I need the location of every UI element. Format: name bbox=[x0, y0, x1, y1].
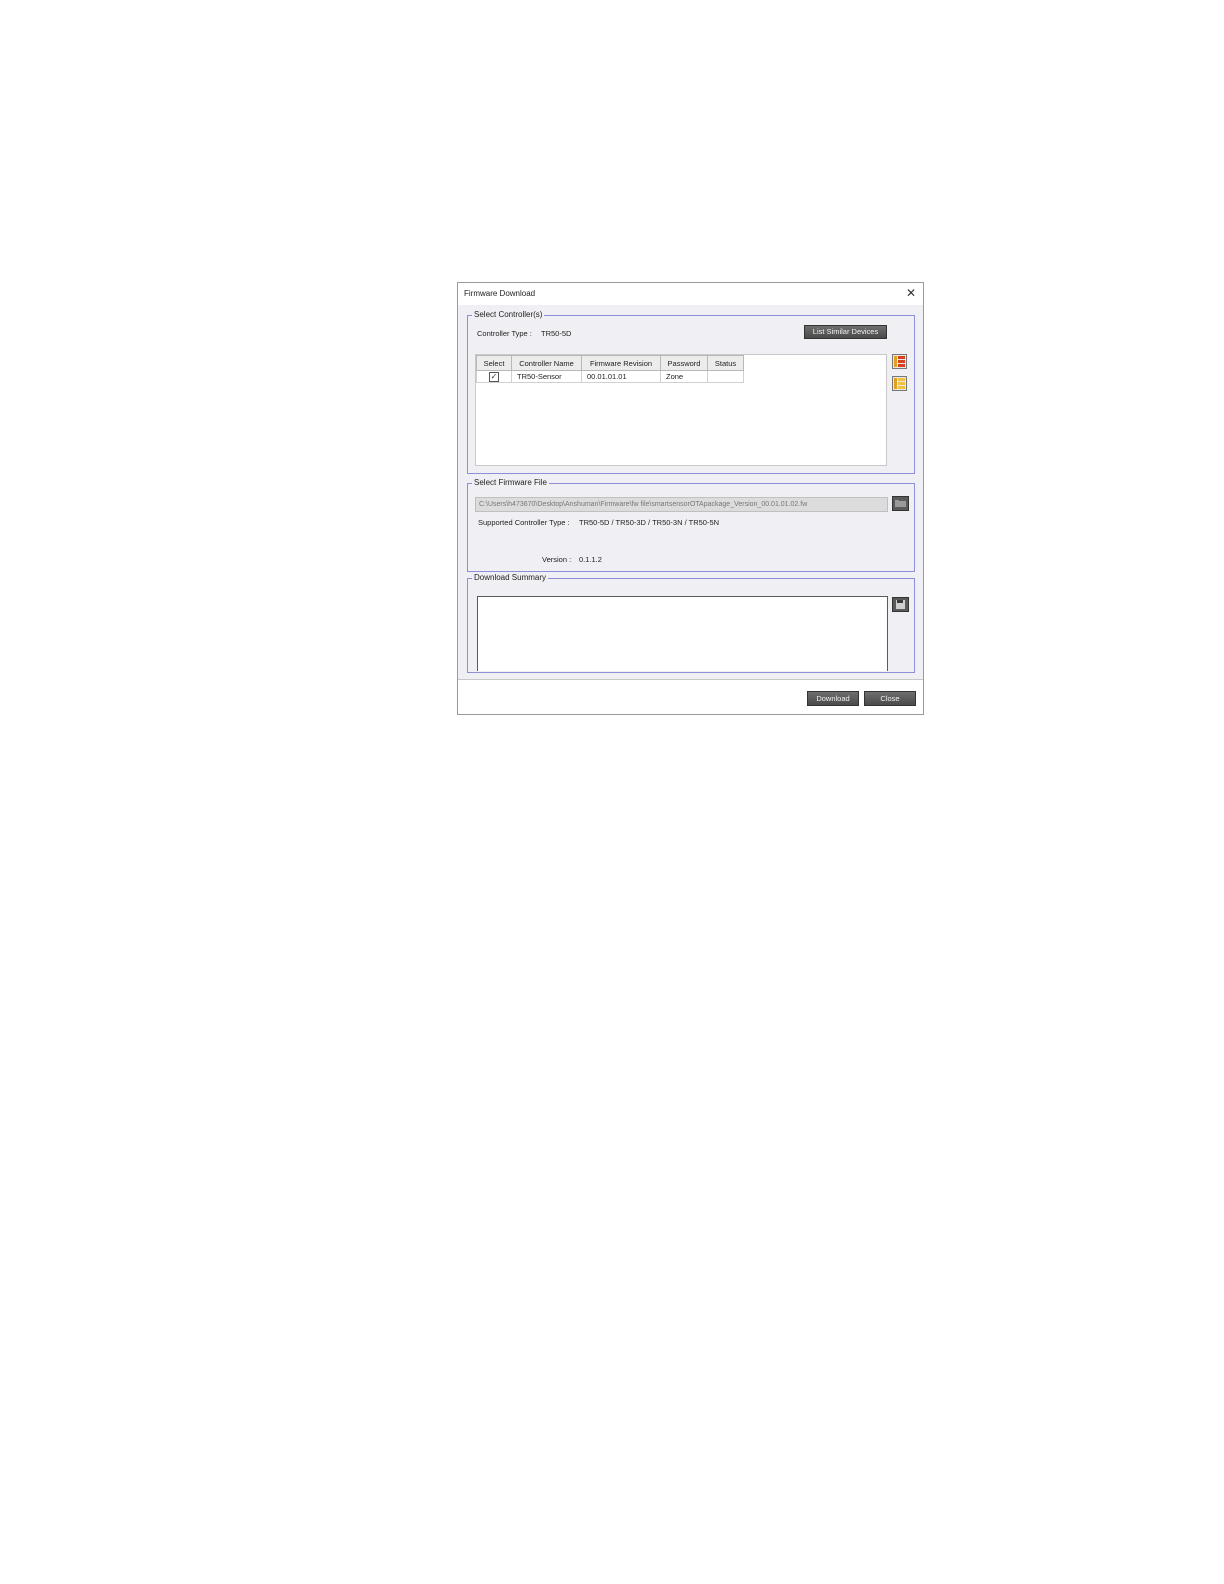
firmware-file-path-field[interactable]: C:\Users\h473670\Desktop\Anshuman\Firmwa… bbox=[475, 497, 888, 512]
footer-separator bbox=[458, 679, 923, 680]
select-firmware-legend: Select Firmware File bbox=[472, 478, 549, 487]
download-summary-group: Download Summary bbox=[467, 573, 915, 673]
controller-type-value: TR50-5D bbox=[541, 329, 572, 338]
select-firmware-group: Select Firmware File C:\Users\h473670\De… bbox=[467, 478, 915, 572]
controllers-grid: Select Controller Name Firmware Revision… bbox=[475, 354, 887, 466]
list-similar-devices-button[interactable]: List Similar Devices bbox=[804, 325, 887, 339]
title-bar: Firmware Download ✕ bbox=[458, 283, 923, 305]
row-select-cell[interactable]: ✓ bbox=[476, 370, 512, 383]
controllers-table: Select Controller Name Firmware Revision… bbox=[476, 355, 744, 383]
dialog-title: Firmware Download bbox=[464, 289, 536, 298]
controller-name-cell: TR50-Sensor bbox=[511, 370, 582, 383]
supported-controller-type-value: TR50-5D / TR50-3D / TR50-3N / TR50-5N bbox=[579, 518, 720, 527]
column-header-controller-name[interactable]: Controller Name bbox=[511, 355, 582, 371]
controllers-table-header: Select Controller Name Firmware Revision… bbox=[476, 355, 744, 371]
controller-type-label: Controller Type : bbox=[477, 329, 532, 338]
password-cell: Zone bbox=[660, 370, 708, 383]
close-icon[interactable]: ✕ bbox=[905, 286, 917, 300]
select-controllers-group: Select Controller(s) Controller Type : T… bbox=[467, 310, 915, 474]
firmware-revision-cell: 00.01.01.01 bbox=[581, 370, 661, 383]
version-label: Version : bbox=[542, 555, 572, 564]
close-button[interactable]: Close bbox=[864, 691, 916, 706]
supported-controller-type-label: Supported Controller Type : bbox=[478, 518, 570, 527]
row-select-checkbox[interactable]: ✓ bbox=[489, 371, 499, 382]
download-summary-textarea[interactable] bbox=[477, 596, 888, 671]
download-button[interactable]: Download bbox=[807, 691, 859, 706]
column-header-password[interactable]: Password bbox=[660, 355, 708, 371]
dialog-client-area: Select Controller(s) Controller Type : T… bbox=[458, 305, 923, 679]
table-row[interactable]: ✓ TR50-Sensor 00.01.01.01 Zone bbox=[476, 370, 744, 383]
column-header-select[interactable]: Select bbox=[476, 355, 512, 371]
download-summary-legend: Download Summary bbox=[472, 573, 549, 582]
save-icon[interactable] bbox=[892, 597, 909, 612]
select-controllers-legend: Select Controller(s) bbox=[472, 310, 545, 319]
deselect-all-icon[interactable] bbox=[892, 376, 907, 391]
version-value: 0.1.1.2 bbox=[579, 555, 602, 564]
status-cell bbox=[707, 370, 744, 383]
select-all-icon[interactable] bbox=[892, 354, 907, 369]
column-header-status[interactable]: Status bbox=[707, 355, 744, 371]
browse-folder-icon[interactable] bbox=[892, 496, 909, 511]
column-header-firmware-revision[interactable]: Firmware Revision bbox=[581, 355, 661, 371]
firmware-download-dialog: Firmware Download ✕ Select Controller(s)… bbox=[457, 282, 924, 715]
